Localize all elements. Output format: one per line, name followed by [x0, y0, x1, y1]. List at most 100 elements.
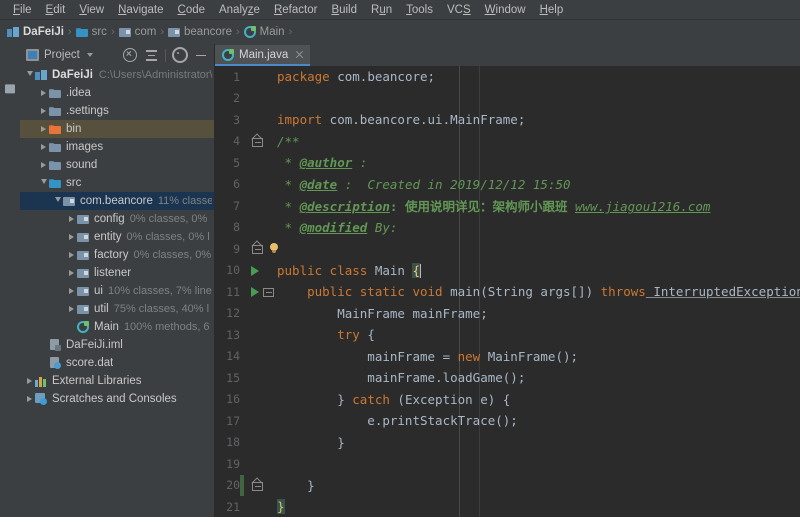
menu-item-help[interactable]: Help: [533, 2, 571, 18]
menu-item-view[interactable]: View: [72, 2, 111, 18]
tree-expand-arrow[interactable]: [66, 210, 77, 228]
editor-gutter[interactable]: [243, 303, 273, 325]
close-icon[interactable]: [295, 50, 304, 59]
editor-gutter[interactable]: [243, 131, 273, 153]
tree-item-sound[interactable]: sound: [20, 156, 214, 174]
fold-collapse-icon[interactable]: [251, 240, 263, 254]
editor-gutter[interactable]: [243, 238, 278, 260]
code-line-12[interactable]: 12 MainFrame mainFrame;: [215, 303, 800, 325]
editor-tab-main-java[interactable]: Main.java: [215, 45, 311, 66]
menu-item-refactor[interactable]: Refactor: [267, 2, 324, 18]
editor-gutter[interactable]: [243, 432, 273, 454]
code-line-7[interactable]: 7 * @description: 使用说明详见：架构师小跟班 www.jiag…: [215, 195, 800, 217]
code-line-4[interactable]: 4 /**: [215, 131, 800, 153]
editor-gutter[interactable]: [243, 453, 273, 475]
tree-expand-arrow[interactable]: [38, 84, 49, 102]
tree-item-dafeiji[interactable]: DaFeiJi C:\Users\Administrator\: [20, 66, 214, 84]
collapse-all-button[interactable]: [121, 46, 139, 64]
code-line-13[interactable]: 13 try {: [215, 324, 800, 346]
editor-gutter[interactable]: [243, 88, 273, 110]
code-line-18[interactable]: 18 }: [215, 432, 800, 454]
tree-expand-arrow[interactable]: [66, 246, 77, 264]
tree-expand-arrow[interactable]: [52, 192, 63, 210]
fold-collapse-icon[interactable]: [263, 286, 274, 297]
tree-item-scratches-and-consoles[interactable]: Scratches and Consoles: [20, 390, 214, 408]
tree-item--idea[interactable]: .idea: [20, 84, 214, 102]
tree-item-ui[interactable]: ui 10% classes, 7% line: [20, 282, 214, 300]
editor-gutter[interactable]: [243, 260, 273, 282]
code-line-14[interactable]: 14 mainFrame = new MainFrame();: [215, 346, 800, 368]
vcs-change-marker[interactable]: [240, 474, 244, 496]
tree-item-score-dat[interactable]: score.dat: [20, 354, 214, 372]
code-line-10[interactable]: 10 public class Main {: [215, 260, 800, 282]
code-line-21[interactable]: 21}: [215, 496, 800, 517]
tree-item--settings[interactable]: .settings: [20, 102, 214, 120]
tree-item-listener[interactable]: listener: [20, 264, 214, 282]
tree-expand-arrow[interactable]: [66, 228, 77, 246]
tree-expand-arrow[interactable]: [24, 372, 35, 390]
code-line-17[interactable]: 17 e.printStackTrace();: [215, 410, 800, 432]
code-line-9[interactable]: 9: [215, 238, 800, 260]
menu-item-window[interactable]: Window: [478, 2, 533, 18]
menu-item-build[interactable]: Build: [324, 2, 364, 18]
code-line-6[interactable]: 6 * @date : Created in 2019/12/12 15:50: [215, 174, 800, 196]
code-line-2[interactable]: 2: [215, 88, 800, 110]
editor-gutter[interactable]: [240, 474, 273, 496]
tree-item-bin[interactable]: bin: [20, 120, 214, 138]
code-line-3[interactable]: 3 import com.beancore.ui.MainFrame;: [215, 109, 800, 131]
project-view-selector[interactable]: Project: [26, 49, 93, 61]
editor-gutter[interactable]: [243, 152, 273, 174]
code-line-16[interactable]: 16 } catch (Exception e) {: [215, 389, 800, 411]
settings-button[interactable]: [171, 46, 189, 64]
tree-expand-arrow[interactable]: [66, 264, 77, 282]
editor-gutter[interactable]: [243, 389, 273, 411]
breadcrumb-src[interactable]: src: [75, 23, 108, 41]
tree-item-main[interactable]: Main 100% methods, 6: [20, 318, 214, 336]
editor-gutter[interactable]: [243, 66, 273, 88]
tree-expand-arrow[interactable]: [24, 390, 35, 408]
hide-button[interactable]: [192, 46, 210, 64]
fold-collapse-icon[interactable]: [251, 132, 263, 147]
project-tree[interactable]: DaFeiJi C:\Users\Administrator\ .idea .sett…: [20, 66, 214, 517]
code-line-20[interactable]: 20 }: [215, 474, 800, 496]
sidebar-item-project-tab[interactable]: 1: Project: [0, 48, 32, 100]
menu-item-run[interactable]: Run: [364, 2, 399, 18]
tree-item-images[interactable]: images: [20, 138, 214, 156]
expand-all-button[interactable]: [142, 46, 160, 64]
code-line-8[interactable]: 8 * @modified By:: [215, 217, 800, 239]
tree-expand-arrow[interactable]: [66, 282, 77, 300]
tree-item-config[interactable]: config 0% classes, 0%: [20, 210, 214, 228]
breadcrumb-dafeiji[interactable]: DaFeiJi: [6, 23, 65, 41]
tree-expand-arrow[interactable]: [38, 174, 49, 192]
editor-gutter[interactable]: [243, 195, 273, 217]
run-class-icon[interactable]: [251, 265, 259, 276]
tree-item-com-beancore[interactable]: com.beancore 11% classes: [20, 192, 214, 210]
code-line-1[interactable]: 1 package com.beancore;: [215, 66, 800, 88]
editor-gutter[interactable]: [243, 346, 273, 368]
code-editor[interactable]: 1 package com.beancore; 2 3 import com.beanc…: [215, 66, 800, 517]
run-method-icon[interactable]: [251, 287, 259, 297]
editor-gutter[interactable]: [243, 217, 273, 239]
tree-expand-arrow[interactable]: [66, 300, 77, 318]
code-line-5[interactable]: 5 * @author :: [215, 152, 800, 174]
menu-item-analyze[interactable]: Analyze: [212, 2, 267, 18]
tree-expand-arrow[interactable]: [38, 138, 49, 156]
breadcrumb-main[interactable]: Main: [243, 23, 286, 41]
editor-gutter[interactable]: [243, 496, 273, 517]
tree-item-entity[interactable]: entity 0% classes, 0% l: [20, 228, 214, 246]
code-line-15[interactable]: 15 mainFrame.loadGame();: [215, 367, 800, 389]
menu-item-code[interactable]: Code: [171, 2, 213, 18]
menu-item-navigate[interactable]: Navigate: [111, 2, 170, 18]
tree-expand-arrow[interactable]: [38, 156, 49, 174]
tree-item-factory[interactable]: factory 0% classes, 0%: [20, 246, 214, 264]
editor-gutter[interactable]: [243, 109, 273, 131]
menu-item-edit[interactable]: Edit: [39, 2, 73, 18]
fold-collapse-icon[interactable]: [251, 476, 263, 491]
tree-item-external-libraries[interactable]: External Libraries: [20, 372, 214, 390]
tree-item-src[interactable]: src: [20, 174, 214, 192]
menu-item-vcs[interactable]: VCS: [440, 2, 478, 18]
code-line-11[interactable]: 11 public static void main(String args[]…: [215, 281, 800, 303]
code-line-19[interactable]: 19: [215, 453, 800, 475]
tree-item-dafeiji-iml[interactable]: DaFeiJi.iml: [20, 336, 214, 354]
tree-item-util[interactable]: util 75% classes, 40% l: [20, 300, 214, 318]
